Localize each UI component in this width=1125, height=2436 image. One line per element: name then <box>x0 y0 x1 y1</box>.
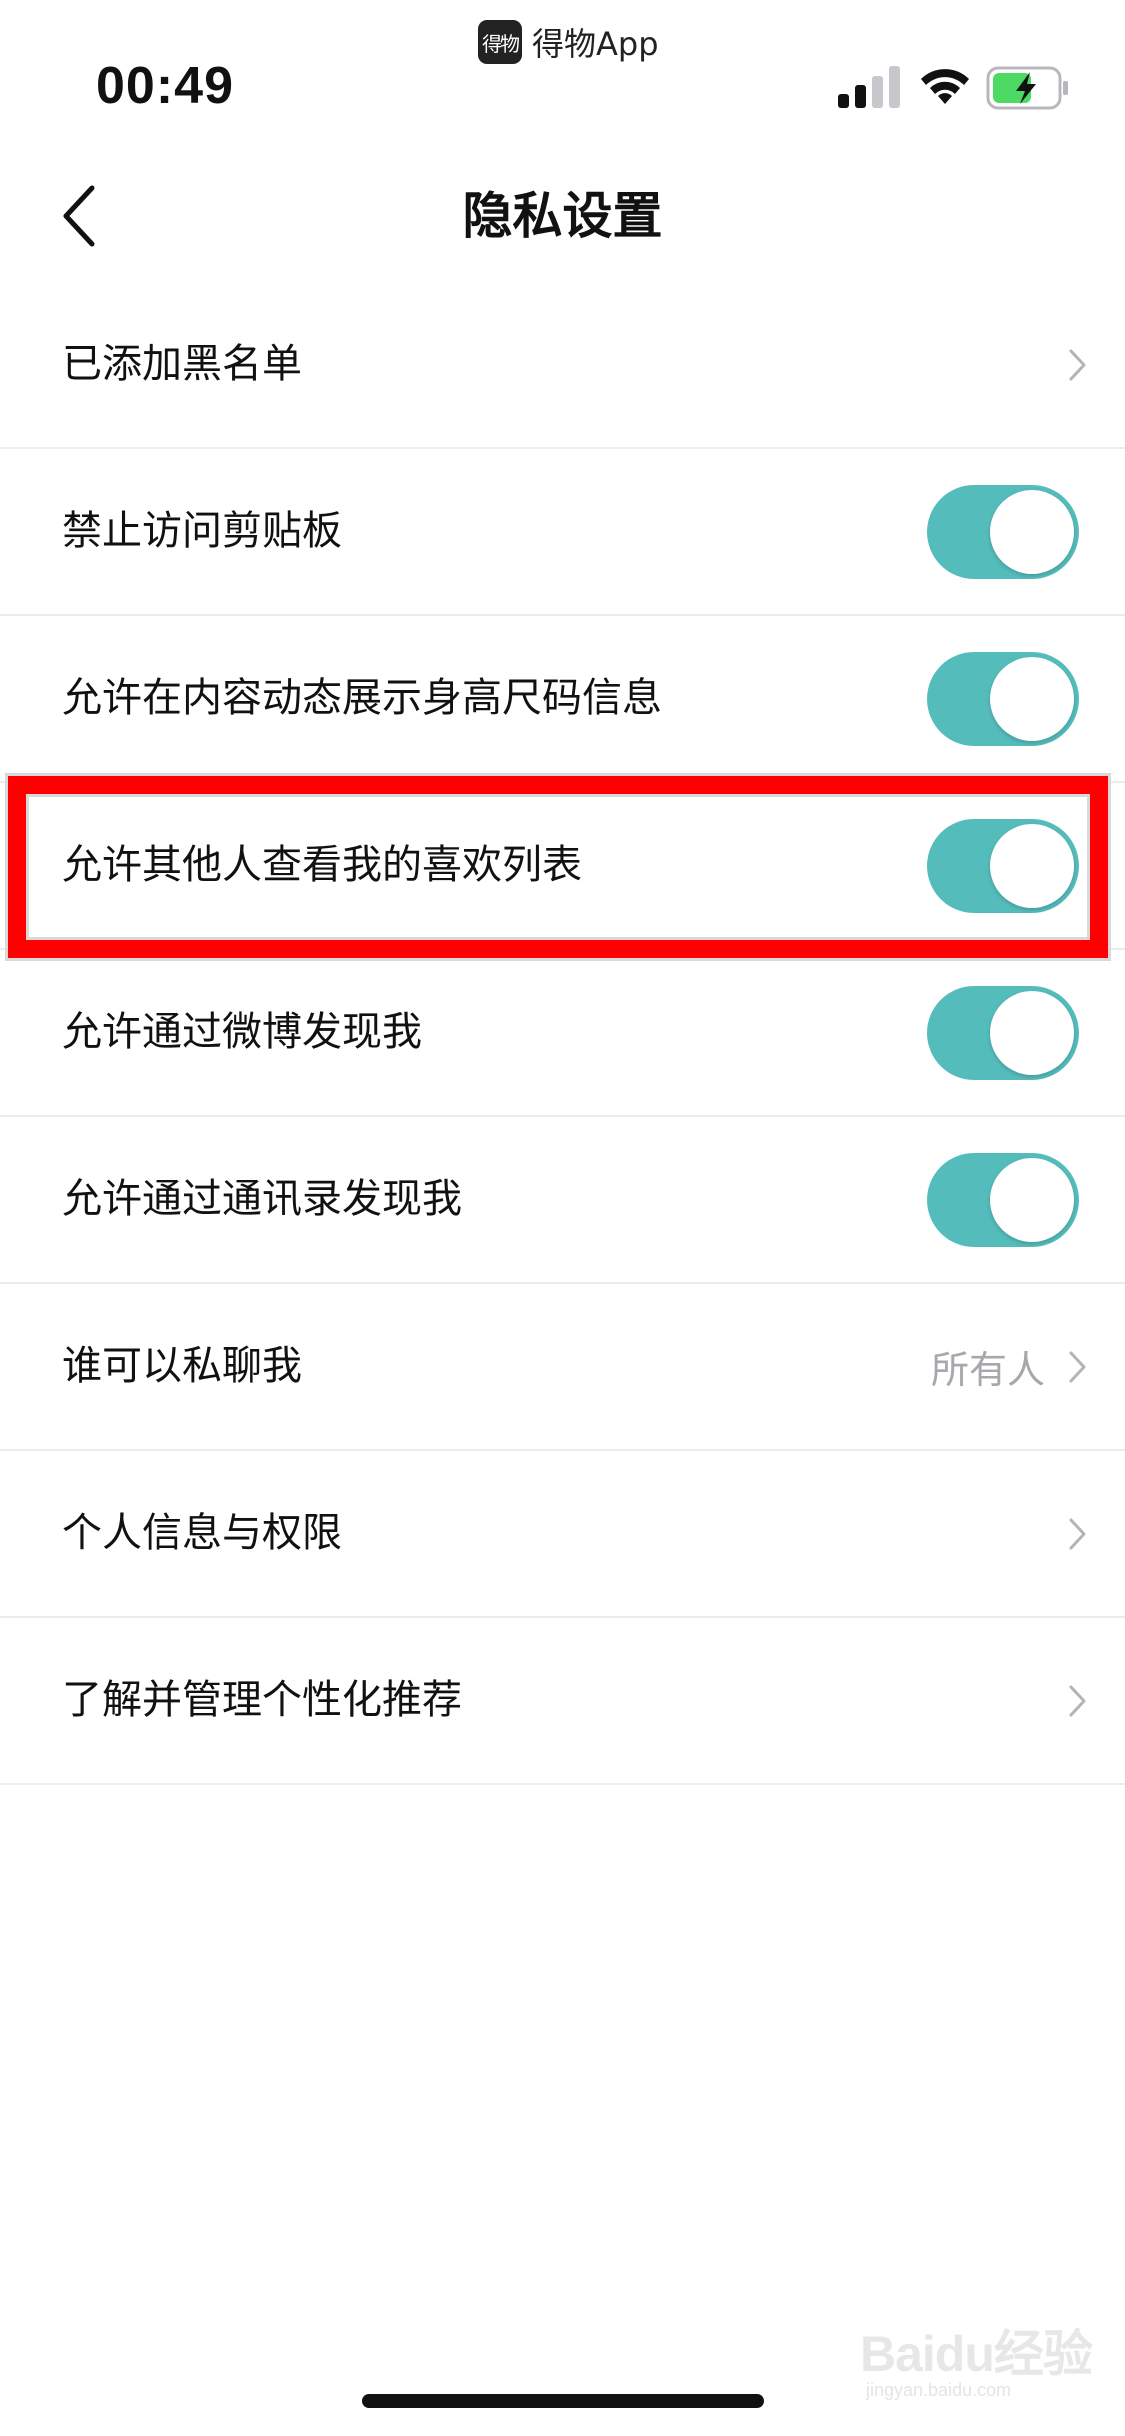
home-indicator[interactable] <box>362 2394 764 2408</box>
toggle-knob <box>990 823 1074 908</box>
row-accessory: 所有人 <box>931 1284 1091 1449</box>
contacts-toggle[interactable] <box>927 1152 1079 1247</box>
wifi-icon <box>921 69 969 104</box>
chevron-left-icon <box>63 185 95 247</box>
row-label: 禁止访问剪贴板 <box>62 508 342 554</box>
row-label: 个人信息与权限 <box>62 1510 342 1556</box>
likes-list-toggle[interactable] <box>927 818 1079 913</box>
source-app-indicator[interactable]: 得物 得物App <box>478 20 659 64</box>
watermark-domain: jingyan.baidu.com <box>866 2380 1012 2400</box>
toggle-knob <box>990 990 1074 1075</box>
battery-charging-icon <box>986 66 1068 110</box>
back-button[interactable] <box>40 176 120 256</box>
settings-row-blacklist[interactable]: 已添加黑名单 <box>0 282 1125 449</box>
clipboard-toggle[interactable] <box>927 484 1079 579</box>
chevron-right-icon <box>1069 349 1086 380</box>
row-accessory <box>927 950 1091 1115</box>
row-label: 谁可以私聊我 <box>62 1343 302 1389</box>
row-accessory <box>927 1117 1091 1282</box>
settings-row-likes-list: 允许其他人查看我的喜欢列表 <box>0 783 1125 950</box>
status-time: 00:49 <box>96 57 234 115</box>
watermark-logo: Baidu经验 <box>860 2326 1093 2382</box>
row-value: 所有人 <box>930 1348 1045 1392</box>
size-info-toggle[interactable] <box>927 651 1079 746</box>
toggle-knob <box>990 656 1074 741</box>
baidu-jingyan-watermark: Baidu经验 jingyan.baidu.com <box>860 2300 1100 2410</box>
cellular-signal-icon <box>838 66 900 108</box>
settings-row-recommendation[interactable]: 了解并管理个性化推荐 <box>0 1618 1125 1785</box>
source-app-name: 得物App <box>532 25 659 63</box>
chevron-right-icon <box>1069 1351 1086 1382</box>
row-label: 允许在内容动态展示身高尺码信息 <box>62 675 662 721</box>
row-accessory <box>1063 1451 1091 1616</box>
app-badge-icon: 得物 <box>478 20 522 64</box>
settings-row-personal-info[interactable]: 个人信息与权限 <box>0 1451 1125 1618</box>
settings-row-private-chat[interactable]: 谁可以私聊我 所有人 <box>0 1284 1125 1451</box>
row-label: 允许通过通讯录发现我 <box>62 1176 462 1222</box>
row-label: 已添加黑名单 <box>62 341 302 387</box>
row-accessory <box>927 783 1091 948</box>
row-label: 了解并管理个性化推荐 <box>62 1677 462 1723</box>
row-accessory <box>1063 282 1091 447</box>
settings-row-contacts: 允许通过通讯录发现我 <box>0 1117 1125 1284</box>
settings-list: 已添加黑名单 禁止访问剪贴板 允许在内容动态展示身高尺码信息 允许其他人查看我的… <box>0 282 1125 1785</box>
status-bar: 00:49 得物 得物App <box>0 0 1125 140</box>
toggle-knob <box>990 1157 1074 1242</box>
row-accessory <box>1063 1618 1091 1783</box>
weibo-toggle[interactable] <box>927 985 1079 1080</box>
chevron-right-icon <box>1069 1685 1086 1716</box>
row-accessory <box>927 449 1091 614</box>
toggle-knob <box>990 489 1074 574</box>
settings-row-weibo: 允许通过微博发现我 <box>0 950 1125 1117</box>
settings-row-size-info: 允许在内容动态展示身高尺码信息 <box>0 616 1125 783</box>
row-accessory <box>927 616 1091 781</box>
settings-row-clipboard: 禁止访问剪贴板 <box>0 449 1125 616</box>
page-title: 隐私设置 <box>462 187 663 245</box>
nav-bar: 隐私设置 <box>0 150 1125 282</box>
row-label: 允许其他人查看我的喜欢列表 <box>62 842 582 888</box>
row-label: 允许通过微博发现我 <box>62 1009 422 1055</box>
chevron-right-icon <box>1069 1518 1086 1549</box>
